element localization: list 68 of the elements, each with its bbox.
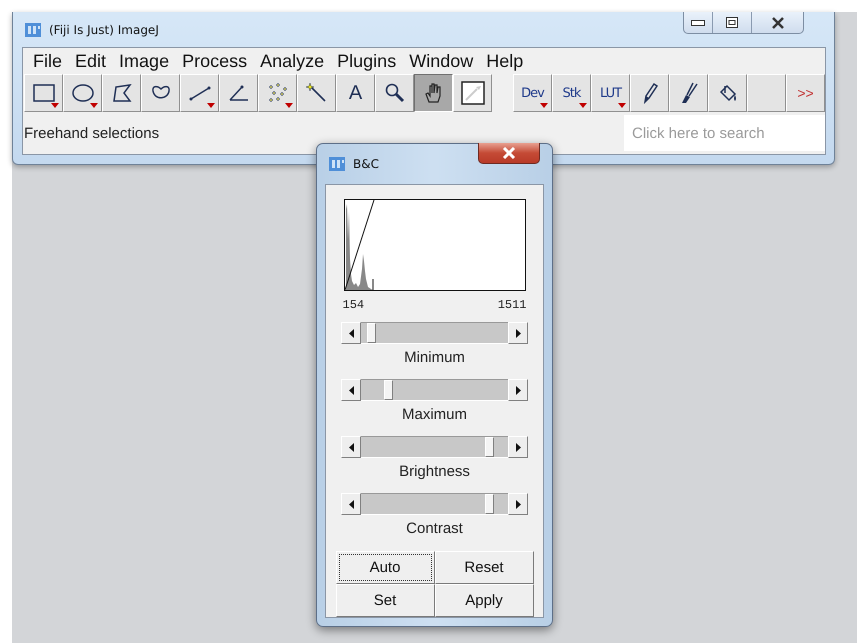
slider[interactable] [341, 379, 528, 401]
slider-thumb[interactable] [485, 437, 494, 457]
slider-thumb[interactable] [384, 380, 394, 400]
scroll-left-button[interactable] [341, 436, 361, 458]
close-button[interactable] [478, 143, 540, 164]
right-arrow-icon [516, 500, 520, 508]
slider[interactable] [341, 322, 528, 344]
scroll-right-button[interactable] [508, 322, 528, 344]
dropdown-triangle-icon [51, 103, 59, 108]
dropdown-triangle-icon [285, 103, 293, 108]
right-arrow-icon [516, 442, 520, 452]
left-arrow-icon [348, 386, 354, 394]
slider-label: Minimum [404, 349, 465, 366]
dropdown-triangle-icon [540, 103, 548, 108]
range-max-label: 1511 [498, 298, 526, 312]
left-arrow-icon [348, 442, 354, 452]
slider-thumb[interactable] [366, 323, 376, 343]
dialog-button[interactable]: Reset [434, 551, 534, 584]
menu-item[interactable]: File [25, 50, 68, 72]
magnifier-icon [382, 81, 406, 105]
window-title: (Fiji Is Just) ImageJ [49, 22, 159, 36]
menu-item[interactable]: Window [401, 50, 478, 72]
text-tool-button[interactable]: A [336, 74, 375, 112]
slider-label: Brightness [399, 463, 470, 480]
scroll-right-button[interactable] [508, 493, 528, 515]
more-tools-button[interactable]: >> [786, 74, 825, 112]
menu-tool-button[interactable]: Dev [513, 74, 552, 112]
slider-label: Maximum [402, 406, 467, 423]
slider[interactable] [341, 493, 528, 515]
close-icon [770, 16, 784, 28]
range-min-label: 154 [342, 298, 364, 312]
scroll-left-button[interactable] [341, 322, 361, 344]
scroll-right-button[interactable] [508, 379, 528, 401]
menu-item[interactable]: Edit [67, 50, 112, 72]
status-text: Freehand selections [23, 124, 160, 142]
minimize-icon [691, 20, 705, 26]
dropdown-triangle-icon [207, 103, 215, 108]
menu-item[interactable]: Help [478, 50, 528, 72]
dialog-button[interactable]: Auto [336, 551, 434, 584]
slider-thumb[interactable] [485, 494, 494, 514]
left-arrow-icon [348, 328, 354, 338]
menu-tool-button[interactable]: LUT [591, 74, 630, 112]
menu-tool-button[interactable]: Stk [552, 74, 591, 112]
menu-item[interactable]: Image [111, 50, 174, 72]
menu-item[interactable]: Analyze [252, 50, 330, 72]
left-arrow-icon [348, 500, 354, 508]
close-icon [502, 147, 516, 159]
search-field[interactable]: Click here to search [624, 115, 825, 151]
right-arrow-icon [516, 386, 520, 394]
slider[interactable] [341, 436, 528, 458]
app-icon [25, 22, 41, 38]
scroll-left-button[interactable] [341, 379, 361, 401]
menu-item[interactable]: Plugins [329, 50, 402, 72]
slider-label: Contrast [406, 520, 463, 537]
scroll-left-button[interactable] [341, 493, 361, 515]
right-arrow-icon [516, 328, 520, 338]
dropper-icon [460, 81, 484, 105]
tool-button[interactable] [414, 74, 453, 112]
dropdown-triangle-icon [618, 103, 626, 108]
dialog-button[interactable]: Apply [434, 584, 534, 617]
app-icon [329, 156, 345, 172]
dialog-title: B&C [353, 157, 379, 171]
dropdown-triangle-icon [90, 103, 98, 108]
menu-item[interactable]: Process [174, 50, 252, 72]
maximize-icon [726, 17, 738, 28]
scroll-right-button[interactable] [508, 436, 528, 458]
dropdown-triangle-icon [579, 103, 587, 108]
dialog-button[interactable]: Set [336, 584, 434, 617]
